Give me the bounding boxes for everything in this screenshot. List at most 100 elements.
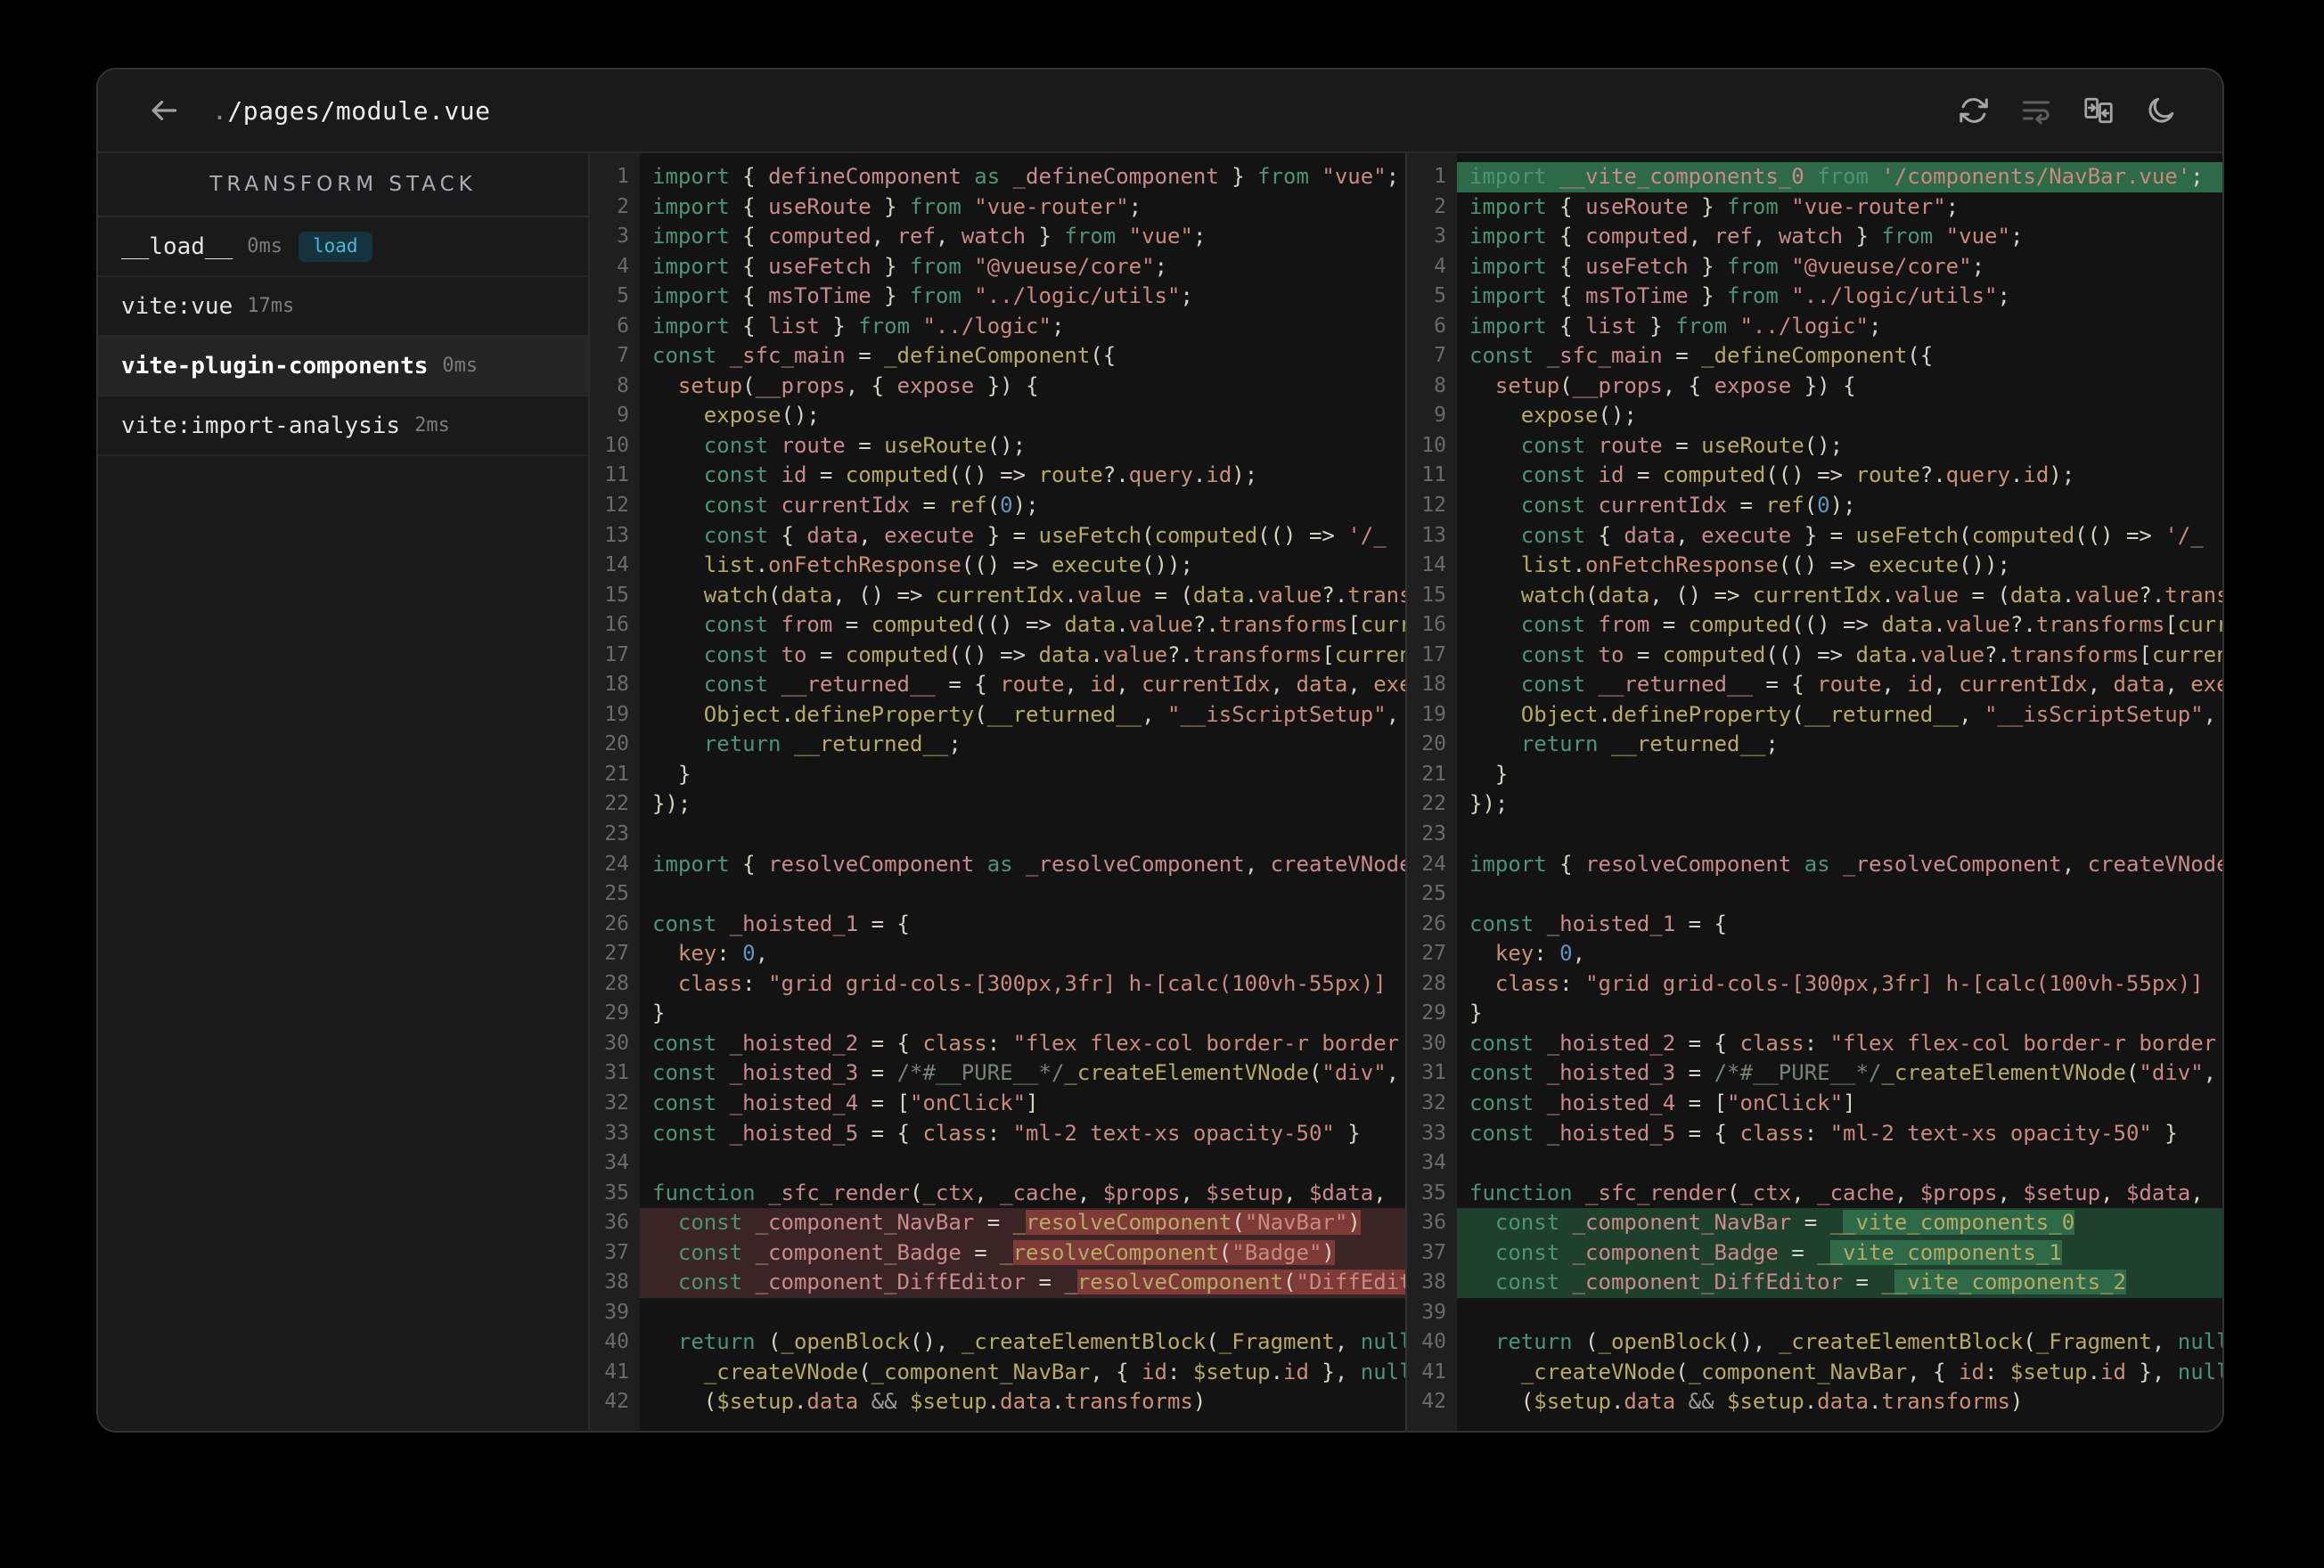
stack-item-time: 2ms bbox=[414, 414, 450, 437]
diff-editors: 1 import { defineComponent as _defineComp… bbox=[590, 153, 2222, 1431]
line-number: 42 bbox=[1421, 1390, 1446, 1414]
code-content: const _hoisted_1 = { bbox=[652, 911, 910, 936]
code-line: 36 const _component_NavBar = __vite_comp… bbox=[1407, 1208, 2222, 1238]
code-content: const _component_Badge = __vite_componen… bbox=[1457, 1237, 2222, 1269]
code-content: const _component_NavBar = _resolveCompon… bbox=[640, 1208, 1405, 1238]
stack-item-time: 0ms bbox=[247, 235, 282, 257]
code-content: import { defineComponent as _defineCompo… bbox=[652, 164, 1400, 189]
line-wrap-button[interactable] bbox=[2016, 90, 2057, 131]
line-number: 29 bbox=[604, 1001, 629, 1025]
line-number: 26 bbox=[1421, 911, 1446, 935]
theme-toggle-button[interactable] bbox=[2140, 90, 2181, 131]
line-number: 31 bbox=[604, 1061, 629, 1085]
code-content: const _hoisted_3 = /*#__PURE__*/_createE… bbox=[652, 1060, 1400, 1086]
code-line: 29} bbox=[590, 999, 1405, 1029]
code-content: const route = useRoute(); bbox=[703, 432, 1027, 458]
code-content: const _hoisted_2 = { class: "flex flex-c… bbox=[652, 1030, 1400, 1056]
code-content: const _hoisted_5 = { class: "ml-2 text-x… bbox=[652, 1120, 1361, 1146]
code-content: const currentIdx = ref(0); bbox=[703, 493, 1039, 519]
line-number: 27 bbox=[604, 942, 629, 966]
code-content: list.onFetchResponse(() => execute()); bbox=[1520, 552, 2010, 578]
code-line: 42 ($setup.data && $setup.data.transform… bbox=[590, 1387, 1405, 1417]
line-number: 35 bbox=[1421, 1180, 1446, 1205]
stack-item--load-[interactable]: __load__ 0ms load bbox=[98, 217, 588, 277]
diff-layout-button[interactable] bbox=[2078, 90, 2119, 131]
line-number: 10 bbox=[1421, 433, 1446, 457]
code-content: const __returned__ = { route, id, curren… bbox=[703, 672, 1405, 698]
line-number: 18 bbox=[1421, 673, 1446, 697]
code-line: 24 import { resolveComponent as _resolveC… bbox=[1407, 850, 2222, 880]
stack-item-label: vite-plugin-components bbox=[121, 352, 429, 380]
code-line: 35 function _sfc_render(_ctx, _cache, $pr… bbox=[590, 1179, 1405, 1209]
code-line: 32 const _hoisted_4 = ["onClick"] bbox=[1407, 1089, 2222, 1119]
refresh-button[interactable] bbox=[1953, 90, 1994, 131]
line-number: 11 bbox=[604, 463, 629, 487]
stack-item-time: 0ms bbox=[442, 355, 479, 377]
diff-pane-before[interactable]: 1 import { defineComponent as _defineComp… bbox=[590, 153, 1407, 1431]
back-button[interactable] bbox=[144, 91, 184, 130]
line-number: 14 bbox=[1421, 553, 1446, 577]
code-content bbox=[640, 1298, 1405, 1328]
stack-item-vite-plugin-components[interactable]: vite-plugin-components 0ms bbox=[98, 337, 588, 396]
code-content: const _hoisted_1 = { bbox=[1469, 911, 1727, 936]
code-content: _createVNode(_component_NavBar, { id: $s… bbox=[1520, 1359, 2222, 1384]
line-number: 27 bbox=[1421, 942, 1446, 966]
code-content bbox=[1457, 820, 2222, 850]
code-line: 38 const _component_DiffEditor = __vite_… bbox=[1407, 1268, 2222, 1298]
code-content bbox=[640, 820, 1405, 850]
stack-item-vite-vue[interactable]: vite:vue 17ms bbox=[98, 277, 588, 337]
code-content: } bbox=[652, 1000, 666, 1026]
code-line: 19 Object.defineProperty(__returned__, "… bbox=[590, 700, 1405, 731]
code-line: 9 expose(); bbox=[1407, 401, 2222, 431]
code-content: setup(__props, { expose }) { bbox=[1494, 372, 1856, 398]
code-line: 42 ($setup.data && $setup.data.transform… bbox=[1407, 1387, 2222, 1417]
line-number: 32 bbox=[1421, 1090, 1446, 1115]
line-number: 25 bbox=[604, 882, 629, 906]
stack-item-label: vite:vue bbox=[121, 292, 233, 320]
line-number: 7 bbox=[1434, 344, 1446, 368]
code-content: return __returned__; bbox=[1520, 731, 1779, 757]
line-number: 12 bbox=[1421, 494, 1446, 518]
code-content: return (_openBlock(), _createElementBloc… bbox=[677, 1329, 1405, 1355]
code-line: 23 bbox=[1407, 820, 2222, 850]
code-content: import { useFetch } from "@vueuse/core"; bbox=[652, 253, 1168, 279]
code-content: } bbox=[1469, 1000, 1483, 1026]
code-line: 13 const { data, execute } = useFetch(co… bbox=[1407, 521, 2222, 551]
code-content: import { list } from "../logic"; bbox=[1469, 313, 1882, 339]
line-number: 38 bbox=[604, 1270, 629, 1294]
code-content: }); bbox=[1469, 791, 1509, 817]
code-line: 5 import { msToTime } from "../logic/util… bbox=[1407, 282, 2222, 312]
line-number: 34 bbox=[1421, 1151, 1446, 1175]
code-content: const _sfc_main = _defineComponent({ bbox=[1469, 343, 1934, 369]
code-content: const _hoisted_3 = /*#__PURE__*/_createE… bbox=[1469, 1060, 2217, 1086]
transform-stack-list: __load__ 0ms load vite:vue 17ms vite-plugin-c… bbox=[98, 217, 588, 456]
back-arrow-icon bbox=[151, 100, 177, 121]
line-number: 9 bbox=[617, 404, 629, 428]
code-content: import { computed, ref, watch } from "vu… bbox=[652, 224, 1207, 249]
code-content: Object.defineProperty(__returned__, "__i… bbox=[703, 701, 1400, 727]
line-number: 24 bbox=[1421, 852, 1446, 876]
code-content: const { data, execute } = useFetch(compu… bbox=[703, 522, 1387, 548]
code-content bbox=[1457, 1298, 2222, 1328]
line-number: 20 bbox=[604, 732, 629, 756]
line-number: 16 bbox=[1421, 613, 1446, 637]
code-line: 40 return (_openBlock(), _createElementB… bbox=[590, 1327, 1405, 1358]
code-line: 35 function _sfc_render(_ctx, _cache, $pr… bbox=[1407, 1179, 2222, 1209]
line-number: 23 bbox=[604, 822, 629, 846]
line-number: 19 bbox=[1421, 702, 1446, 726]
line-number: 40 bbox=[1421, 1330, 1446, 1354]
code-content: const id = computed(() => route?.query.i… bbox=[1520, 462, 2075, 488]
line-number: 30 bbox=[1421, 1031, 1446, 1055]
code-line: 41 _createVNode(_component_NavBar, { id:… bbox=[1407, 1358, 2222, 1388]
code-content: const from = computed(() => data.value?.… bbox=[703, 612, 1405, 638]
code-line: 7 const _sfc_main = _defineComponent({ bbox=[1407, 341, 2222, 372]
stack-item-vite-import-analysis[interactable]: vite:import-analysis 2ms bbox=[98, 396, 588, 456]
code-line: 30 const _hoisted_2 = { class: "flex flex… bbox=[1407, 1029, 2222, 1059]
code-line: 37 const _component_Badge = __vite_compo… bbox=[1407, 1237, 2222, 1269]
diff-pane-after[interactable]: 1 import __vite_components_0 from '/compo… bbox=[1407, 153, 2222, 1431]
line-wrap-icon bbox=[2023, 101, 2050, 125]
code-content: const _component_Badge = _resolveCompone… bbox=[640, 1237, 1405, 1269]
code-content bbox=[640, 1148, 1405, 1179]
code-content bbox=[640, 879, 1405, 910]
line-number: 39 bbox=[604, 1300, 629, 1324]
